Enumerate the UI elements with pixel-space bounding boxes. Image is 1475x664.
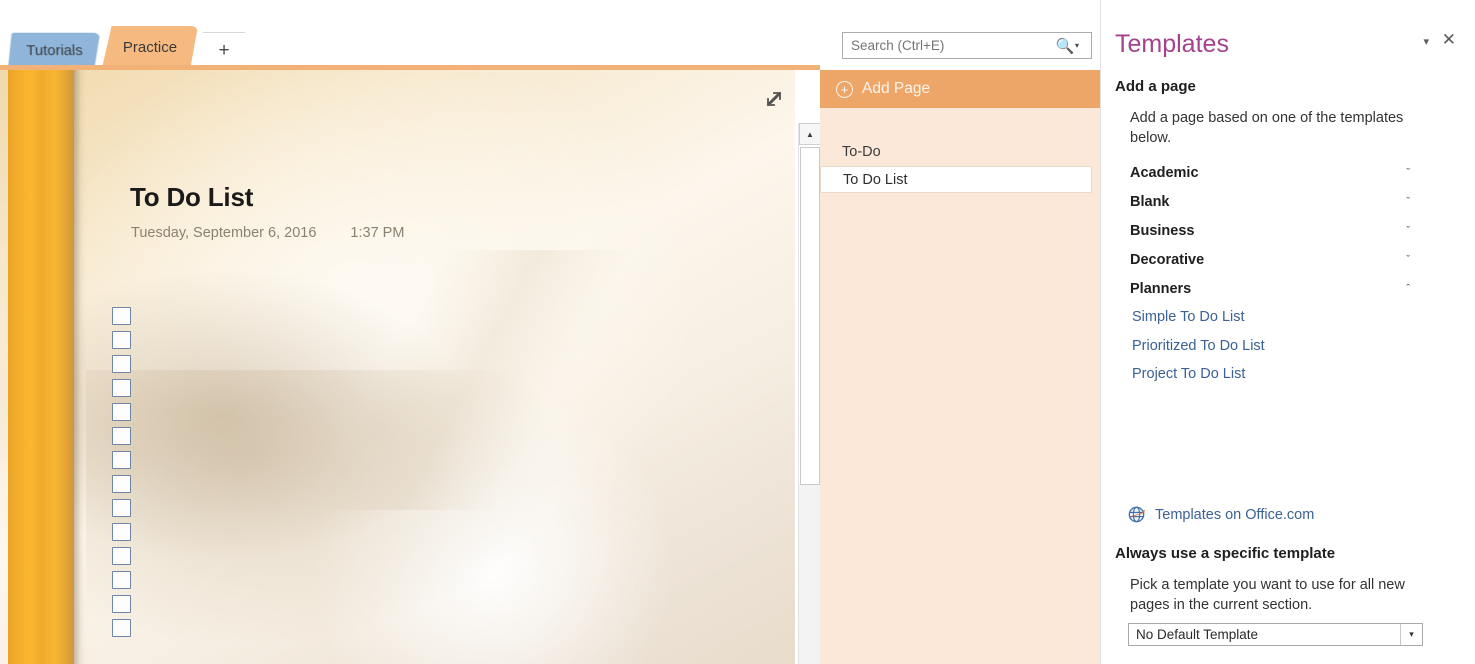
default-template-dropdown[interactable]: No Default Template ▾ xyxy=(1128,623,1423,646)
page-list-item-label: To Do List xyxy=(843,171,908,188)
template-category-label: Business xyxy=(1130,222,1195,239)
search-icon[interactable]: 🔍 xyxy=(1055,37,1075,55)
section-tab-tutorials-label: Tutorials xyxy=(26,41,84,59)
todo-checkbox[interactable] xyxy=(112,499,131,517)
chevron-down-icon[interactable]: ˇ xyxy=(1406,254,1410,266)
page-group-to-do[interactable]: To-Do xyxy=(820,140,1100,164)
always-use-template-heading: Always use a specific template xyxy=(1115,545,1336,562)
add-page-button[interactable]: + Add Page xyxy=(820,70,1100,108)
globe-icon xyxy=(1128,506,1145,523)
template-category-label: Decorative xyxy=(1130,251,1205,268)
todo-checkbox[interactable] xyxy=(112,379,131,397)
default-template-value: No Default Template xyxy=(1136,627,1259,642)
todo-item[interactable] xyxy=(112,355,131,379)
todo-item[interactable] xyxy=(112,571,131,595)
todo-item[interactable] xyxy=(112,523,131,547)
search-input[interactable] xyxy=(843,37,1055,54)
template-category-business[interactable]: Business ˇ xyxy=(1101,216,1475,245)
todo-checkbox[interactable] xyxy=(112,451,131,469)
todo-checkbox[interactable] xyxy=(112,595,131,613)
todo-item[interactable] xyxy=(112,547,131,571)
template-category-label: Blank xyxy=(1130,193,1170,210)
scroll-up-glyph: ▲ xyxy=(806,129,814,139)
template-link[interactable]: Prioritized To Do List xyxy=(1101,332,1475,361)
todo-checkbox[interactable] xyxy=(112,571,131,589)
templates-on-office-link[interactable]: Templates on Office.com xyxy=(1127,505,1314,524)
template-category-decorative[interactable]: Decorative ˇ xyxy=(1101,245,1475,274)
chevron-up-icon[interactable]: ˆ xyxy=(1406,283,1410,295)
todo-item[interactable] xyxy=(112,307,131,331)
todo-item[interactable] xyxy=(112,475,131,499)
page-time[interactable]: 1:37 PM xyxy=(350,225,404,241)
todo-item[interactable] xyxy=(112,619,131,643)
scroll-up-arrow-icon[interactable]: ▲ xyxy=(799,123,821,145)
todo-checkbox[interactable] xyxy=(112,523,131,541)
section-tab-practice[interactable]: Practice xyxy=(102,26,198,68)
expand-arrow-icon[interactable] xyxy=(765,90,783,108)
section-tab-strip: Tutorials Practice + xyxy=(0,0,820,70)
page-vertical-scrollbar[interactable]: ▲ xyxy=(798,123,821,664)
chevron-down-icon[interactable]: ˇ xyxy=(1406,225,1410,237)
add-page-label: Add Page xyxy=(862,80,931,97)
todo-item[interactable] xyxy=(112,595,131,619)
notebook-spine-graphic xyxy=(8,70,74,664)
page-canvas[interactable]: To Do List Tuesday, September 6, 2016 1:… xyxy=(0,70,795,664)
search-scope-chevron-down-icon[interactable]: ▾ xyxy=(1075,41,1091,50)
templates-on-office-label: Templates on Office.com xyxy=(1155,506,1315,523)
pane-title: Templates xyxy=(1115,30,1229,58)
template-link[interactable]: Simple To Do List xyxy=(1101,303,1475,332)
chevron-down-icon: ▾ xyxy=(1400,624,1422,645)
todo-item[interactable] xyxy=(112,427,131,451)
plus-circle-icon: + xyxy=(836,80,853,98)
todo-checkbox[interactable] xyxy=(112,427,131,445)
chevron-down-icon[interactable]: ˇ xyxy=(1406,167,1410,179)
canvas-background-streak xyxy=(150,250,790,510)
todo-checkbox[interactable] xyxy=(112,547,131,565)
notebook-spine-shadow xyxy=(74,70,86,664)
template-category-academic[interactable]: Academic ˇ xyxy=(1101,158,1475,187)
add-a-page-heading: Add a page xyxy=(1115,78,1196,95)
todo-item[interactable] xyxy=(112,403,131,427)
template-link[interactable]: Project To Do List xyxy=(1101,360,1475,389)
todo-checkbox[interactable] xyxy=(112,307,131,325)
todo-checkbox[interactable] xyxy=(112,619,131,637)
templates-task-pane: Templates ▾ ✕ Add a page Add a page base… xyxy=(1100,0,1475,664)
add-a-page-description: Add a page based on one of the templates… xyxy=(1130,110,1404,146)
page-list-item-to-do-list[interactable]: To Do List xyxy=(820,166,1092,193)
close-icon[interactable]: ✕ xyxy=(1442,31,1456,48)
plus-icon: + xyxy=(218,39,230,61)
page-list-panel: + Add Page To-Do To Do List xyxy=(820,70,1100,664)
add-section-tab-button[interactable]: + xyxy=(196,32,252,68)
template-category-planners[interactable]: Planners ˆ xyxy=(1101,274,1475,303)
todo-item[interactable] xyxy=(112,379,131,403)
scrollbar-thumb[interactable] xyxy=(800,147,820,485)
todo-item[interactable] xyxy=(112,451,131,475)
chevron-down-icon[interactable]: ˇ xyxy=(1406,196,1410,208)
pane-options-chevron-down-icon[interactable]: ▾ xyxy=(1423,35,1429,48)
template-category-label: Planners xyxy=(1130,280,1192,297)
todo-item[interactable] xyxy=(112,499,131,523)
page-group-label: To-Do xyxy=(842,144,881,160)
section-tab-practice-label: Practice xyxy=(122,38,178,56)
template-category-blank[interactable]: Blank ˇ xyxy=(1101,187,1475,216)
todo-checkbox[interactable] xyxy=(112,403,131,421)
scrollbar-track[interactable] xyxy=(799,485,821,664)
template-category-list: Academic ˇ Blank ˇ Business ˇ Decorative ˇ Plann… xyxy=(1101,158,1475,389)
todo-item[interactable] xyxy=(112,331,131,355)
todo-checkbox[interactable] xyxy=(112,331,131,349)
search-bar-zone: 🔍 ▾ xyxy=(820,0,1100,70)
todo-checkbox-list xyxy=(112,307,131,643)
page-date[interactable]: Tuesday, September 6, 2016 xyxy=(131,225,316,241)
todo-checkbox[interactable] xyxy=(112,355,131,373)
section-tab-tutorials[interactable]: Tutorials xyxy=(8,33,102,68)
always-use-template-description: Pick a template you want to use for all … xyxy=(1130,577,1405,613)
page-title[interactable]: To Do List xyxy=(130,182,253,213)
page-timestamp: Tuesday, September 6, 2016 1:37 PM xyxy=(131,225,404,241)
onenote-window: Tutorials Practice + To Do List Tuesday,… xyxy=(0,0,1475,664)
todo-checkbox[interactable] xyxy=(112,475,131,493)
template-category-label: Academic xyxy=(1130,164,1199,181)
search-box[interactable]: 🔍 ▾ xyxy=(842,32,1092,59)
